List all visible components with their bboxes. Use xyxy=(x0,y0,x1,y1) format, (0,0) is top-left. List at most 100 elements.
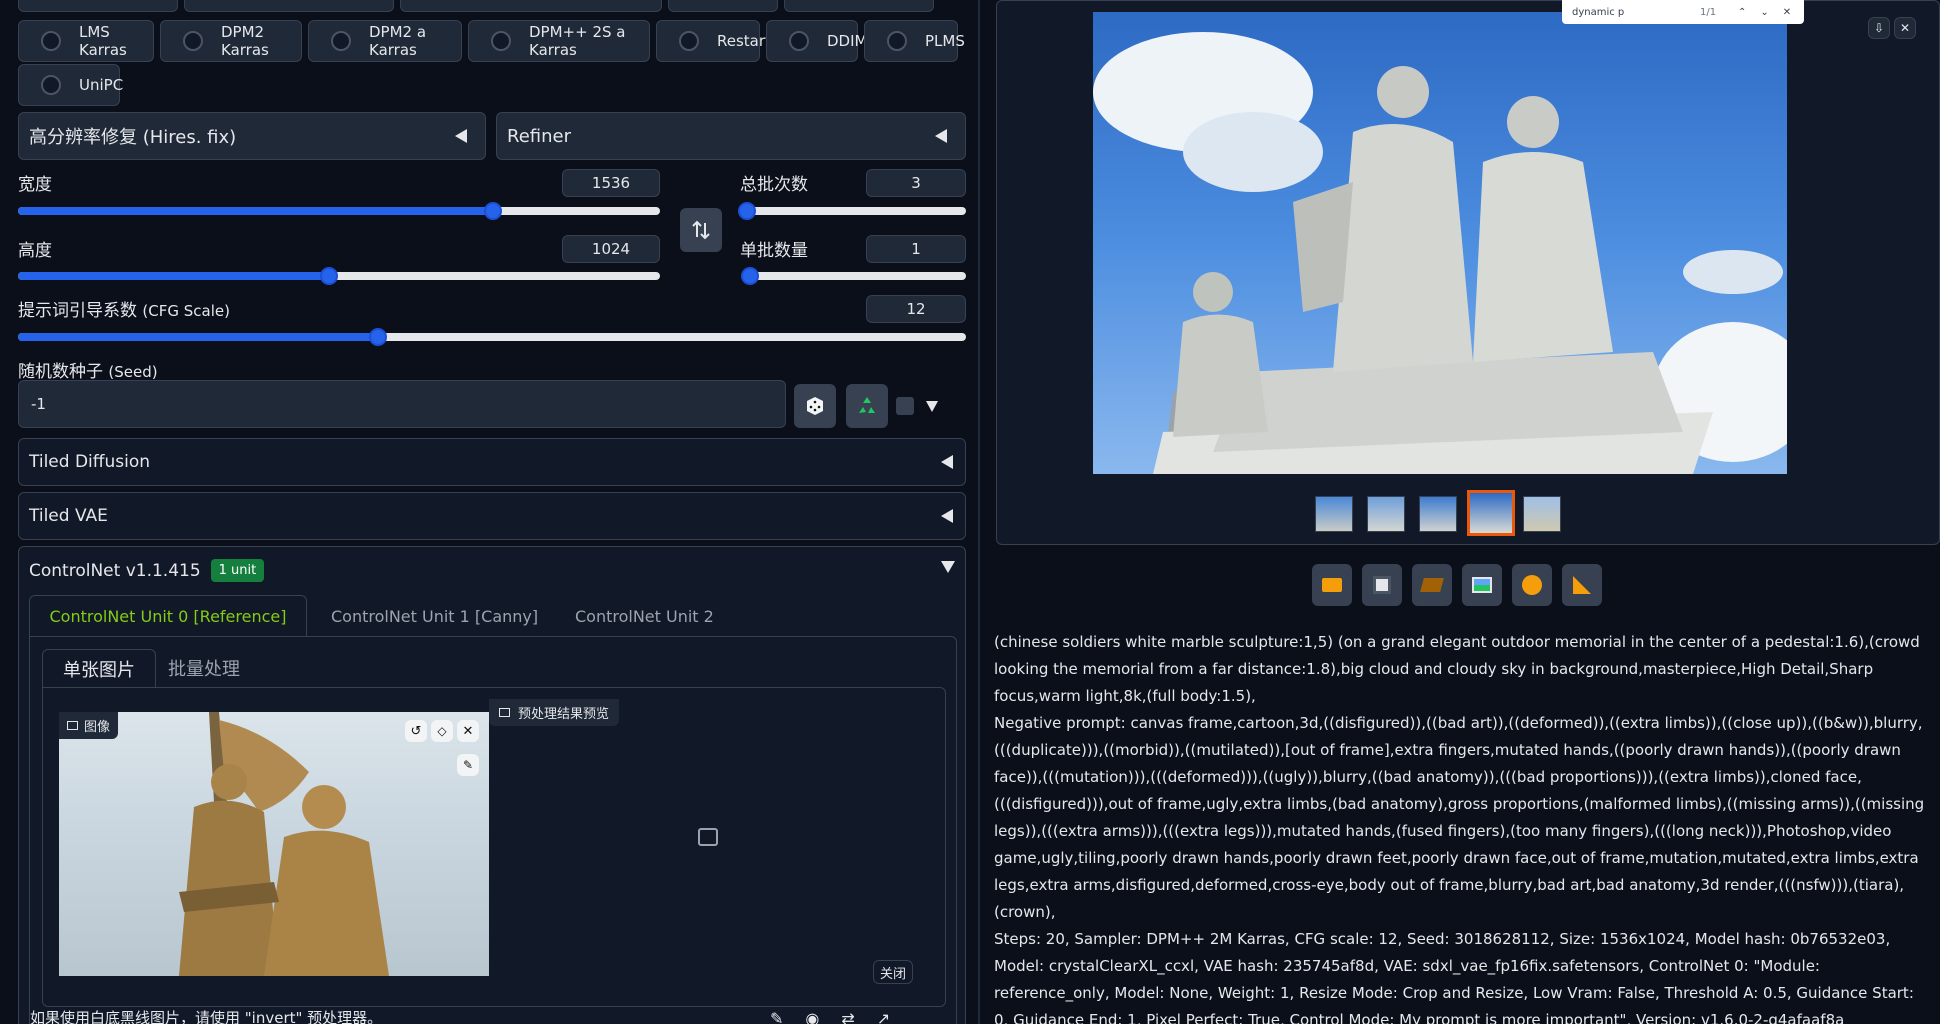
controlnet-title: ControlNet v1.1.415 xyxy=(29,560,201,581)
tab-label: ControlNet Unit 0 [Reference] xyxy=(49,607,287,626)
zip-button[interactable] xyxy=(1412,564,1452,606)
sampler-option[interactable] xyxy=(784,0,934,12)
close-preview-button[interactable]: 关闭 xyxy=(873,960,913,984)
subtab-batch[interactable]: 批量处理 xyxy=(168,649,240,687)
thumbnail[interactable] xyxy=(1419,496,1457,532)
thumbnail[interactable] xyxy=(1523,496,1561,532)
subtab-label: 批量处理 xyxy=(168,659,240,680)
extra-seed-toggle-icon[interactable] xyxy=(926,401,938,412)
sampler-label: LMS Karras xyxy=(79,23,127,59)
tab-unit-0[interactable]: ControlNet Unit 0 [Reference] xyxy=(29,595,307,637)
collapse-arrow-icon xyxy=(941,509,953,523)
tab-unit-2[interactable]: ControlNet Unit 2 xyxy=(563,595,726,637)
cfg-label-zh: 提示词引导系数 xyxy=(18,301,137,321)
erase-button[interactable]: ◇ xyxy=(431,720,453,742)
clear-image-button[interactable]: ✕ xyxy=(457,720,479,742)
tab-unit-1[interactable]: ControlNet Unit 1 [Canny] xyxy=(319,595,550,637)
download-button[interactable]: ⇩ xyxy=(1868,17,1890,39)
tiled-diffusion-title: Tiled Diffusion xyxy=(29,452,151,472)
sampler-plms[interactable]: PLMS xyxy=(864,20,965,62)
output-image[interactable] xyxy=(1093,12,1787,474)
seed-input[interactable]: -1 xyxy=(18,380,786,428)
extra-seed-checkbox[interactable] xyxy=(896,397,914,415)
sampler-dpmpp-2s-a-karras[interactable]: DPM++ 2S a Karras xyxy=(468,20,650,62)
brush-icon: ✎ xyxy=(462,758,474,772)
bottom-icons: ✎ ◉ ⇄ ↗ xyxy=(770,1009,890,1024)
send-to-extras-button[interactable] xyxy=(1562,564,1602,606)
sampler-dpm2-a-karras[interactable]: DPM2 a Karras xyxy=(308,20,462,62)
slider-handle[interactable] xyxy=(320,267,339,285)
tab-label: ControlNet Unit 1 [Canny] xyxy=(331,606,539,626)
swap-icon[interactable]: ⇄ xyxy=(841,1009,854,1024)
sampler-option[interactable] xyxy=(184,0,394,12)
find-close-icon[interactable]: ✕ xyxy=(1783,7,1791,18)
slider-handle[interactable] xyxy=(484,202,503,220)
image-area: 图像 ↺ ◇ ✕ ✎ 预处理结果预览 关闭 xyxy=(42,687,946,1007)
close-icon: ✕ xyxy=(462,723,474,739)
find-prev-icon[interactable]: ⌃ xyxy=(1738,7,1746,18)
sampler-unipc[interactable]: UniPC xyxy=(18,64,123,106)
batch-size-label: 单批数量 xyxy=(740,241,808,261)
save-icon xyxy=(1373,576,1391,594)
sampler-option[interactable] xyxy=(18,0,178,12)
download-icon: ⇩ xyxy=(1873,21,1885,35)
right-panel: ⇩ ✕ (chinese soldiers white marble sculp… xyxy=(980,0,1940,1024)
refiner-title: Refiner xyxy=(507,125,571,147)
radio-icon xyxy=(183,31,203,51)
thumbnail[interactable] xyxy=(1367,496,1405,532)
batch-size-input[interactable]: 1 xyxy=(866,235,966,263)
sampler-restart[interactable]: Restart xyxy=(656,20,771,62)
send-icon[interactable]: ↗ xyxy=(877,1009,890,1024)
tiled-diffusion-accordion[interactable]: Tiled Diffusion xyxy=(18,438,966,486)
controlnet-header[interactable]: ControlNet v1.1.415 1 unit xyxy=(29,559,265,582)
batch-size-slider[interactable] xyxy=(741,267,966,285)
sampler-option[interactable] xyxy=(668,0,778,12)
open-folder-button[interactable] xyxy=(1312,564,1352,606)
height-input[interactable]: 1024 xyxy=(562,235,660,263)
expand-arrow-icon[interactable] xyxy=(941,561,955,573)
prompt-text: (chinese soldiers white marble sculpture… xyxy=(994,633,1920,705)
slider-handle[interactable] xyxy=(738,202,757,220)
cfg-slider[interactable] xyxy=(18,328,966,346)
tab-label: ControlNet Unit 2 xyxy=(575,606,714,626)
controlnet-input-image[interactable]: 图像 ↺ ◇ ✕ ✎ xyxy=(59,712,489,976)
radio-icon xyxy=(41,75,61,95)
camera-icon[interactable]: ◉ xyxy=(805,1009,819,1024)
subtab-single-image[interactable]: 单张图片 xyxy=(42,649,156,687)
sampler-label: PLMS xyxy=(925,32,965,50)
cfg-input[interactable]: 12 xyxy=(866,295,966,323)
random-seed-button[interactable] xyxy=(794,384,836,428)
find-count: 1/1 xyxy=(1700,6,1717,18)
batch-count-input[interactable]: 3 xyxy=(866,169,966,197)
swap-dimensions-button[interactable] xyxy=(680,208,722,252)
close-gallery-button[interactable]: ✕ xyxy=(1894,17,1916,39)
image-icon xyxy=(499,708,510,717)
find-query[interactable]: dynamic p xyxy=(1572,7,1700,18)
refiner-accordion[interactable]: Refiner xyxy=(496,112,966,160)
tiled-vae-accordion[interactable]: Tiled VAE xyxy=(18,492,966,540)
sampler-ddim[interactable]: DDIM xyxy=(766,20,867,62)
collapse-arrow-icon xyxy=(455,129,467,143)
slider-handle[interactable] xyxy=(741,267,759,285)
send-to-img2img-button[interactable] xyxy=(1462,564,1502,606)
sampler-lms-karras[interactable]: LMS Karras xyxy=(18,20,154,62)
find-next-icon[interactable]: ⌄ xyxy=(1760,7,1768,18)
width-slider[interactable] xyxy=(18,202,660,220)
batch-count-slider[interactable] xyxy=(738,202,966,220)
hires-fix-accordion[interactable]: 高分辨率修复 (Hires. fix) xyxy=(18,112,486,160)
width-input[interactable]: 1536 xyxy=(562,169,660,197)
slider-handle[interactable] xyxy=(369,328,388,346)
reuse-seed-button[interactable] xyxy=(846,384,888,428)
sampler-option[interactable] xyxy=(400,0,662,12)
thumbnail[interactable] xyxy=(1315,496,1353,532)
sampler-dpm2-karras[interactable]: DPM2 Karras xyxy=(160,20,302,62)
send-to-inpaint-button[interactable] xyxy=(1512,564,1552,606)
height-slider[interactable] xyxy=(18,267,660,285)
sampler-row-top xyxy=(18,0,934,12)
edit-icon[interactable]: ✎ xyxy=(770,1009,783,1024)
thumbnail-selected[interactable] xyxy=(1467,490,1515,536)
brush-button[interactable]: ✎ xyxy=(457,754,479,776)
parameters-text: Steps: 20, Sampler: DPM++ 2M Karras, CFG… xyxy=(994,930,1914,1024)
rotate-button[interactable]: ↺ xyxy=(405,720,427,742)
save-button[interactable] xyxy=(1362,564,1402,606)
